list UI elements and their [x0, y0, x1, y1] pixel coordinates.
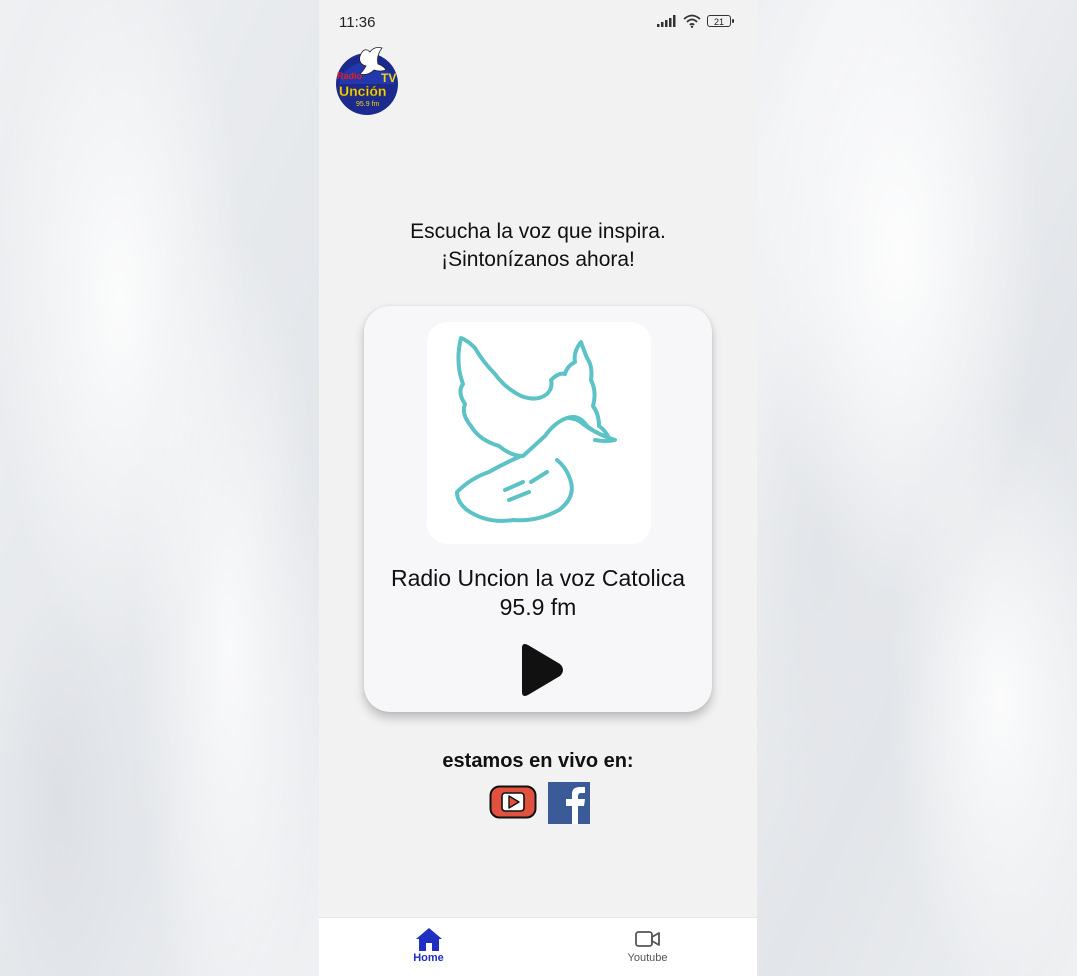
- status-icons: 21: [657, 14, 734, 28]
- nav-youtube[interactable]: Youtube: [538, 918, 757, 976]
- video-camera-icon: [634, 931, 660, 947]
- bottom-navigation: Home Youtube: [319, 917, 757, 976]
- phone-screen: 11:36 21 Radio TV Unción 95.9 fm Escucha…: [319, 0, 757, 976]
- station-name: Radio Uncion la voz Catolica: [390, 565, 686, 591]
- player-card: Radio Uncion la voz Catolica 95.9 fm: [364, 306, 712, 712]
- headline-line-2: ¡Sintonízanos ahora!: [441, 248, 635, 271]
- nav-home[interactable]: Home: [319, 918, 538, 976]
- signal-icon: [657, 15, 676, 27]
- svg-text:Radio: Radio: [337, 71, 363, 81]
- live-label: estamos en vivo en:: [442, 750, 634, 772]
- headline-line-1: Escucha la voz que inspira.: [410, 220, 666, 243]
- station-frequency: 95.9 fm: [499, 594, 577, 620]
- station-artwork: [427, 322, 651, 544]
- facebook-icon[interactable]: [548, 782, 590, 824]
- youtube-icon[interactable]: [489, 782, 537, 822]
- headline: Escucha la voz que inspira. ¡Sintonízano…: [319, 218, 757, 274]
- radio-uncion-logo: Radio TV Unción 95.9 fm: [336, 47, 398, 115]
- home-icon: [415, 928, 442, 951]
- svg-text:95.9 fm: 95.9 fm: [356, 101, 380, 108]
- wifi-icon: [683, 14, 701, 28]
- nav-home-label: Home: [413, 952, 444, 964]
- nav-youtube-label: Youtube: [627, 952, 668, 964]
- battery-icon: 21: [707, 15, 734, 27]
- dove-icon: [455, 336, 617, 523]
- status-time: 11:36: [339, 14, 376, 31]
- svg-text:Unción: Unción: [339, 83, 386, 99]
- status-bar: 11:36 21: [319, 0, 757, 44]
- play-icon[interactable]: [514, 642, 566, 698]
- station-info: Radio Uncion la voz Catolica 95.9 fm: [364, 564, 712, 622]
